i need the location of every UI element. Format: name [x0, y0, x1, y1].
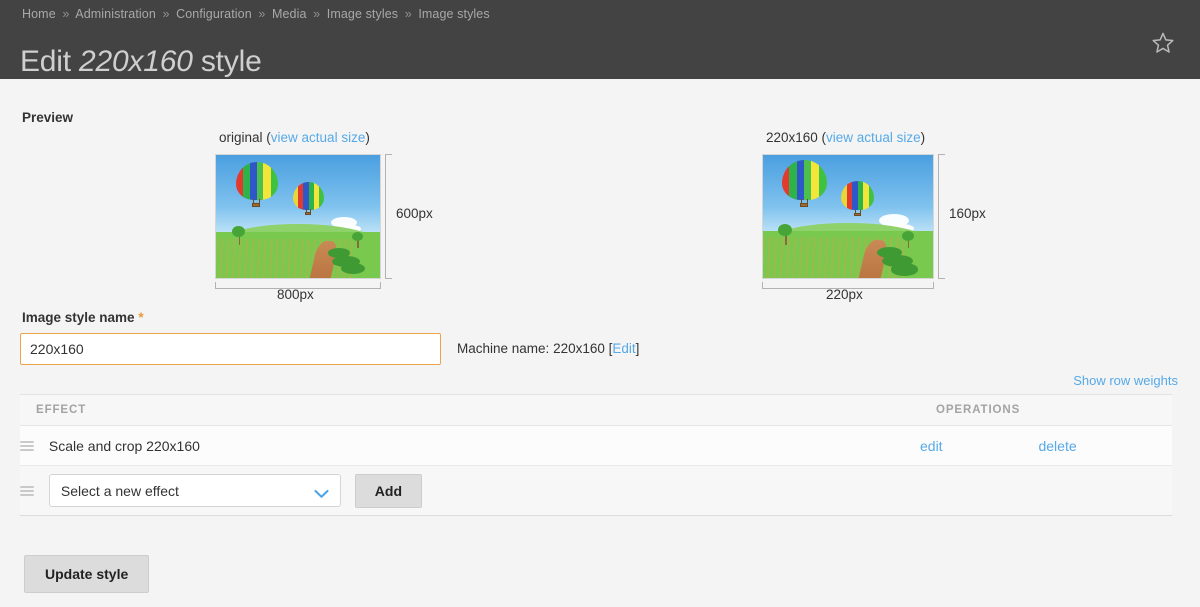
landscape-illustration	[216, 155, 380, 278]
star-outline-icon[interactable]	[1150, 30, 1176, 56]
column-header-effect: EFFECT	[20, 394, 920, 426]
balloon-envelope	[235, 162, 278, 201]
add-effect-button[interactable]: Add	[354, 473, 422, 508]
breadcrumb-item-image-styles[interactable]: Image styles	[327, 7, 398, 21]
breadcrumb-separator: »	[62, 7, 70, 21]
preview-image-styled[interactable]	[762, 154, 934, 279]
effects-table: EFFECT OPERATIONS Scale and crop 220x160…	[20, 394, 1172, 516]
new-effect-select-wrapper: Select a new effect	[48, 474, 341, 507]
effects-table-head: EFFECT OPERATIONS	[20, 394, 1172, 426]
preview-styled-label-end: )	[920, 130, 926, 145]
update-style-button[interactable]: Update style	[24, 555, 150, 593]
view-actual-size-link-styled[interactable]: view actual size	[826, 130, 921, 145]
balloon-envelope	[781, 159, 827, 201]
drag-handle-icon[interactable]	[20, 439, 34, 453]
balloon-basket	[799, 203, 809, 208]
page-title-style-name: 220x160	[79, 45, 193, 79]
page-title-prefix: Edit	[20, 45, 80, 79]
page-header: Home » Administration » Configuration » …	[0, 0, 1200, 79]
new-effect-cell: Select a new effect Add	[20, 465, 920, 516]
breadcrumb-separator: »	[313, 7, 321, 21]
width-label-styled: 220px	[826, 287, 863, 302]
preview-original-caption: original (view actual size)	[219, 130, 370, 145]
operations-cell: edit delete	[920, 425, 1172, 466]
image-style-name-label-text: Image style name	[22, 310, 135, 325]
breadcrumb-item-image-styles-current[interactable]: Image styles	[418, 7, 489, 21]
breadcrumb-item-home[interactable]: Home	[22, 7, 56, 21]
preview-original: original (view actual size) 600px 800px	[215, 130, 445, 305]
effect-cell: Scale and crop 220x160	[20, 425, 920, 466]
preview-styled: 220x160 (view actual size) 160px 220px	[762, 130, 992, 305]
preview-styled-label: 220x160 (	[766, 130, 827, 145]
image-style-name-input[interactable]	[20, 333, 441, 365]
page-title: Edit 220x160 style	[20, 45, 262, 79]
preview-styled-caption: 220x160 (view actual size)	[766, 130, 925, 145]
machine-name-bracket-close: ]	[635, 341, 640, 356]
breadcrumb: Home » Administration » Configuration » …	[22, 7, 490, 21]
height-bracket-original	[385, 154, 392, 279]
preview-image-original[interactable]	[215, 154, 381, 279]
breadcrumb-item-media[interactable]: Media	[272, 7, 307, 21]
preview-original-label-end: )	[365, 130, 370, 145]
hot-air-balloon	[235, 162, 278, 208]
balloon-basket	[252, 202, 261, 207]
breadcrumb-item-configuration[interactable]: Configuration	[176, 7, 252, 21]
landscape-illustration	[763, 155, 933, 278]
height-bracket-styled	[938, 154, 945, 279]
hot-air-balloon	[841, 180, 875, 217]
table-row: Scale and crop 220x160 edit delete	[20, 425, 1172, 466]
image-style-name-label: Image style name *	[22, 310, 144, 325]
required-marker: *	[138, 310, 144, 325]
page-root: Home » Administration » Configuration » …	[0, 0, 1200, 607]
balloon-envelope	[841, 180, 875, 211]
edit-effect-link[interactable]: edit	[920, 438, 943, 454]
machine-name-edit-link[interactable]: Edit	[612, 341, 635, 356]
preview-original-label: original (	[219, 130, 271, 145]
effects-table-header-row: EFFECT OPERATIONS	[20, 394, 1172, 426]
view-actual-size-link-original[interactable]: view actual size	[271, 130, 366, 145]
height-label-original: 600px	[396, 206, 433, 221]
balloon-basket	[854, 212, 861, 216]
preview-heading: Preview	[22, 110, 74, 125]
new-effect-operations-cell	[920, 465, 1172, 516]
effect-name: Scale and crop 220x160	[48, 438, 200, 455]
width-label-original: 800px	[277, 287, 314, 302]
new-effect-select[interactable]: Select a new effect	[48, 474, 341, 507]
breadcrumb-separator: »	[162, 7, 170, 21]
show-row-weights-link[interactable]: Show row weights	[1073, 373, 1178, 388]
hedge	[890, 263, 918, 276]
balloon-envelope	[293, 182, 325, 210]
column-header-operations: OPERATIONS	[920, 394, 1172, 426]
page-title-suffix: style	[192, 45, 262, 79]
machine-name-value: 220x160	[553, 341, 605, 356]
drag-handle-icon[interactable]	[20, 484, 34, 498]
hot-air-balloon	[293, 182, 325, 216]
breadcrumb-separator: »	[258, 7, 266, 21]
delete-effect-link[interactable]: delete	[1038, 438, 1076, 454]
height-label-styled: 160px	[949, 206, 986, 221]
effects-table-body: Scale and crop 220x160 edit delete Selec…	[20, 425, 1172, 516]
breadcrumb-separator: »	[404, 7, 412, 21]
machine-name: Machine name: 220x160 [Edit]	[457, 341, 639, 356]
balloon-basket	[305, 211, 312, 215]
hot-air-balloon	[781, 159, 827, 209]
breadcrumb-item-administration[interactable]: Administration	[75, 7, 156, 21]
machine-name-prefix: Machine name:	[457, 341, 554, 356]
table-row-new-effect: Select a new effect Add	[20, 465, 1172, 516]
